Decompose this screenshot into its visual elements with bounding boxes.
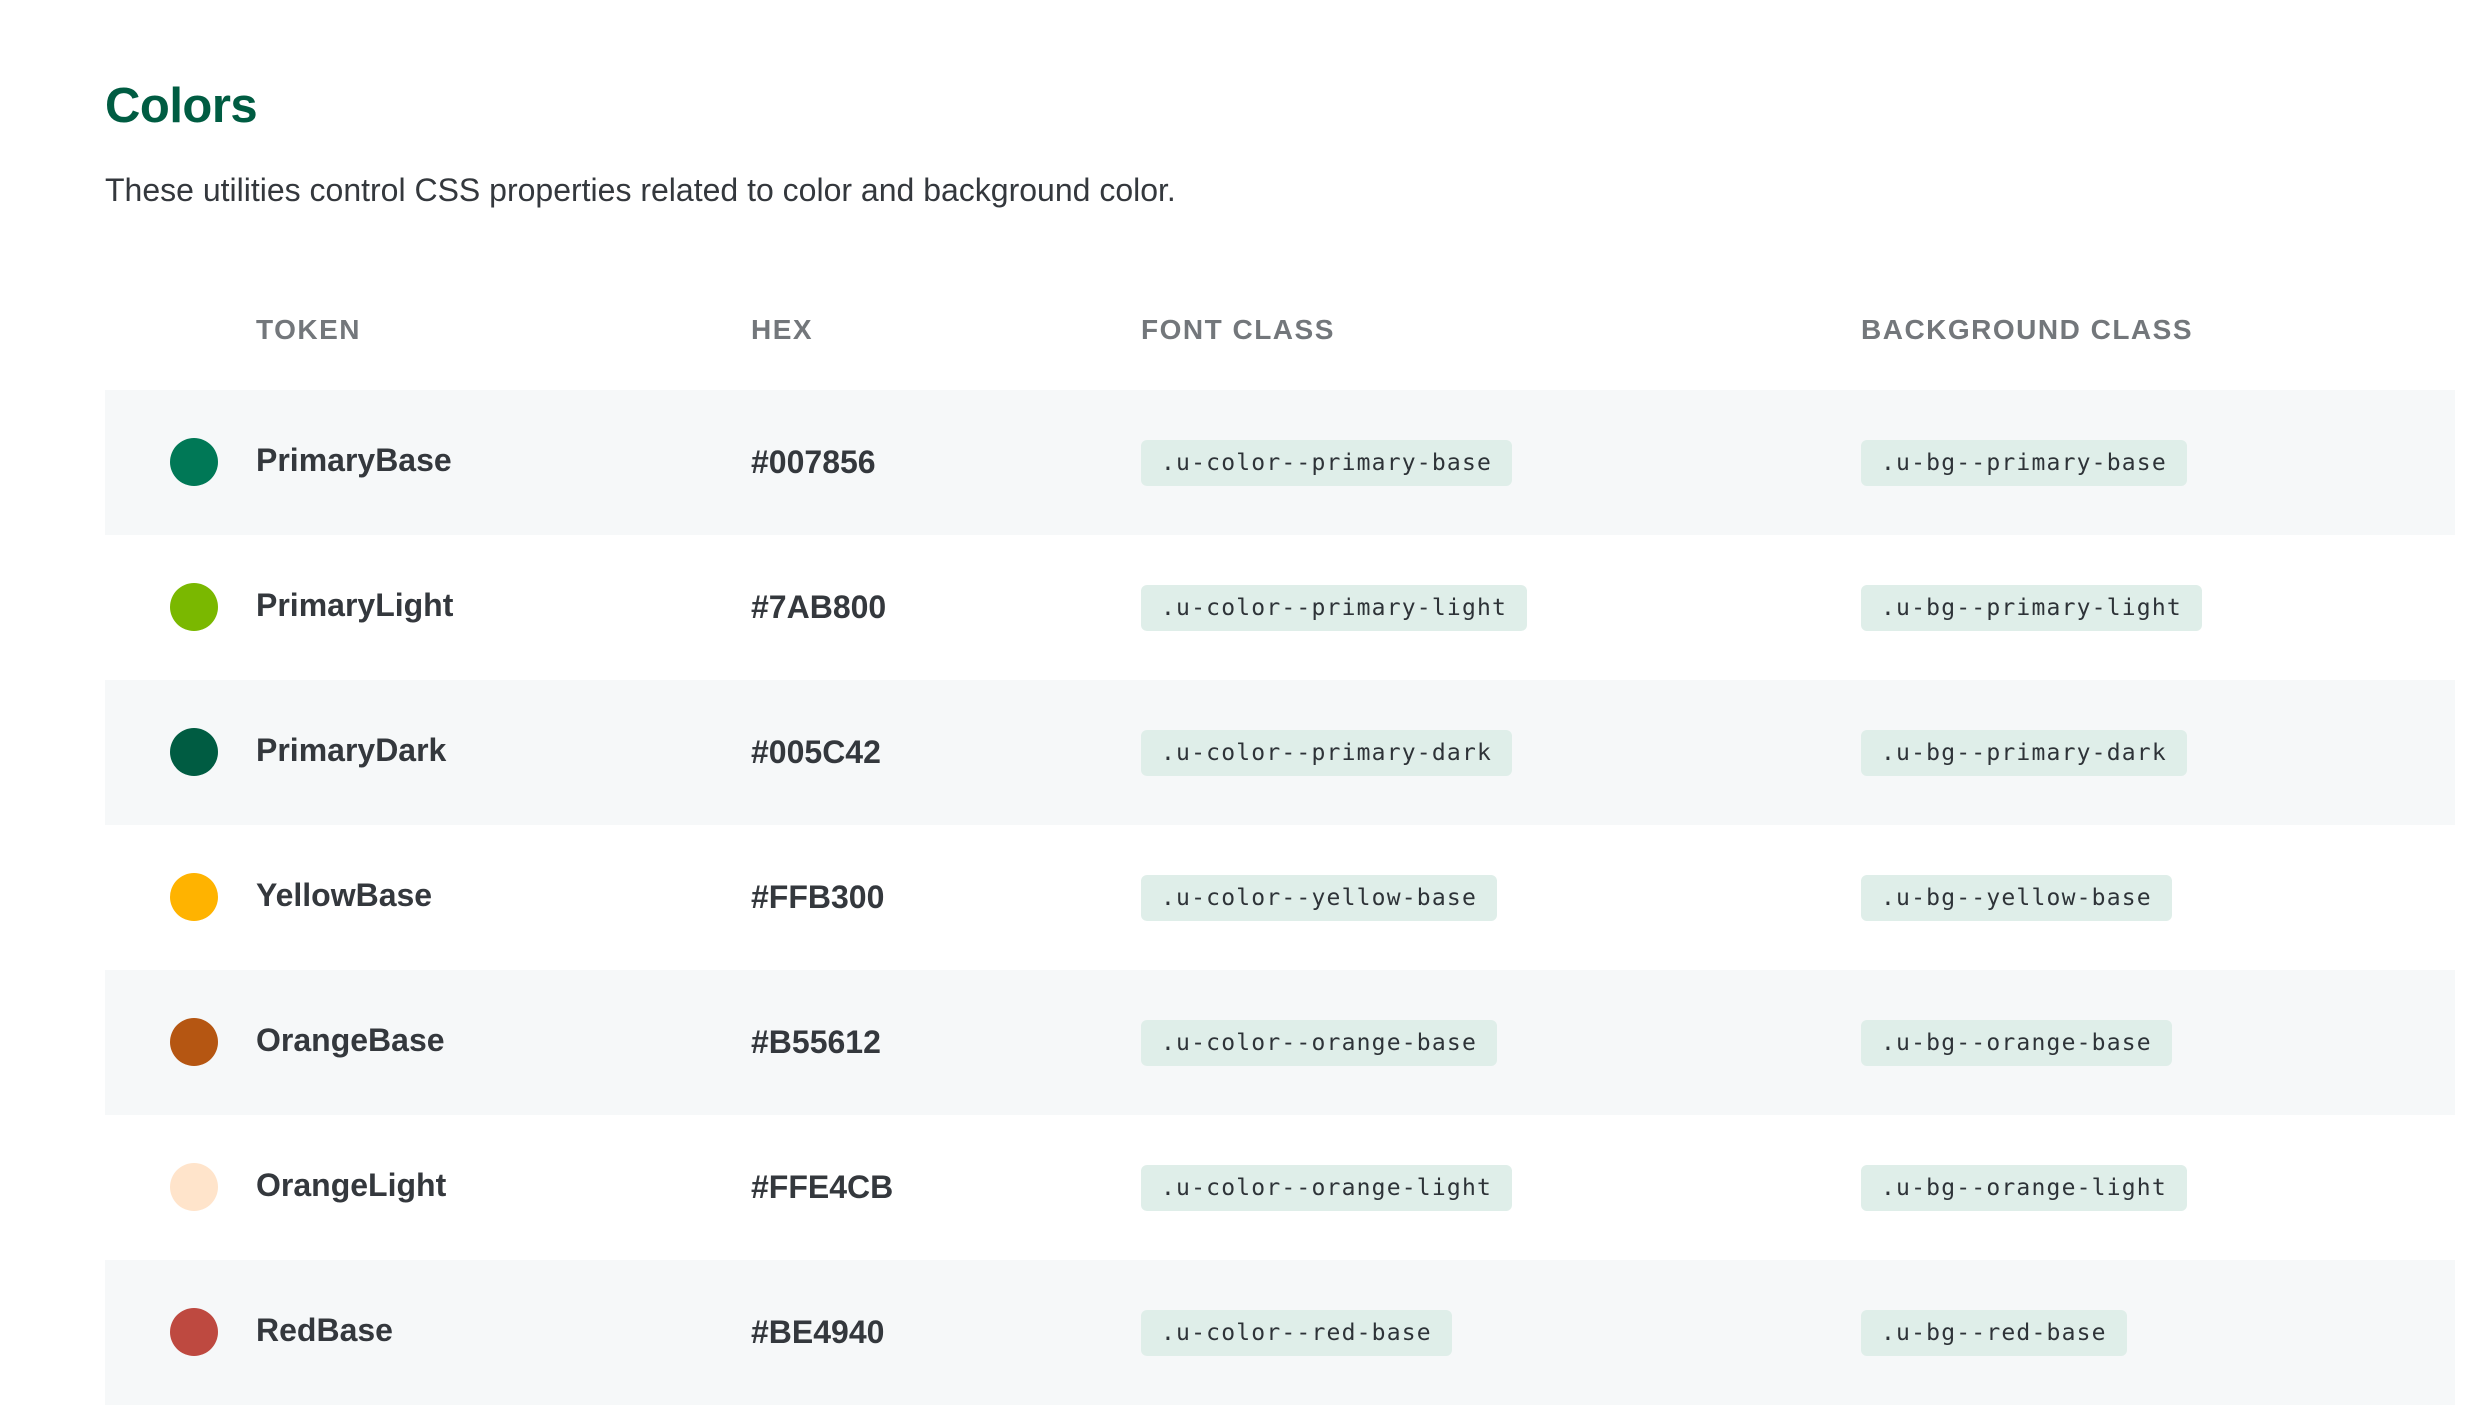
hex-value: #005C42 — [751, 734, 881, 770]
background-class-code[interactable]: .u-bg--primary-dark — [1861, 730, 2187, 776]
font-class-code[interactable]: .u-color--orange-light — [1141, 1165, 1513, 1211]
column-header-token: TOKEN — [256, 314, 361, 345]
token-name: OrangeBase — [256, 1022, 445, 1058]
token-name: PrimaryBase — [256, 442, 452, 478]
font-class-code[interactable]: .u-color--red-base — [1141, 1310, 1452, 1356]
font-class-code[interactable]: .u-color--primary-dark — [1141, 730, 1513, 776]
color-swatch — [170, 583, 218, 631]
color-swatch — [170, 728, 218, 776]
hex-value: #007856 — [751, 444, 876, 480]
table-row: OrangeBase #B55612 .u-color--orange-base… — [105, 970, 2455, 1115]
hex-value: #B55612 — [751, 1024, 881, 1060]
color-swatch — [170, 1163, 218, 1211]
color-swatch — [170, 1308, 218, 1356]
font-class-code[interactable]: .u-color--orange-base — [1141, 1020, 1497, 1066]
background-class-code[interactable]: .u-bg--orange-base — [1861, 1020, 2172, 1066]
table-row: OrangeLight #FFE4CB .u-color--orange-lig… — [105, 1115, 2455, 1260]
table-row: PrimaryBase #007856 .u-color--primary-ba… — [105, 390, 2455, 535]
background-class-code[interactable]: .u-bg--orange-light — [1861, 1165, 2187, 1211]
hex-value: #FFE4CB — [751, 1169, 894, 1205]
font-class-code[interactable]: .u-color--yellow-base — [1141, 875, 1497, 921]
table-row: RedBase #BE4940 .u-color--red-base .u-bg… — [105, 1260, 2455, 1405]
background-class-code[interactable]: .u-bg--yellow-base — [1861, 875, 2172, 921]
token-name: YellowBase — [256, 877, 433, 913]
color-swatch — [170, 438, 218, 486]
token-name: PrimaryDark — [256, 732, 447, 768]
table-row: PrimaryLight #7AB800 .u-color--primary-l… — [105, 535, 2455, 680]
column-header-background-class: BACKGROUND CLASS — [1861, 314, 2193, 345]
background-class-code[interactable]: .u-bg--primary-base — [1861, 440, 2187, 486]
background-class-code[interactable]: .u-bg--primary-light — [1861, 585, 2202, 631]
font-class-code[interactable]: .u-color--primary-light — [1141, 585, 1528, 631]
color-swatch — [170, 873, 218, 921]
table-body: PrimaryBase #007856 .u-color--primary-ba… — [105, 390, 2455, 1405]
page-title: Colors — [105, 79, 258, 133]
font-class-code[interactable]: .u-color--primary-base — [1141, 440, 1513, 486]
column-header-font-class: FONT CLASS — [1141, 314, 1335, 345]
token-name: PrimaryLight — [256, 587, 454, 623]
table-header: TOKEN HEX FONT CLASS BACKGROUND CLASS — [105, 290, 2455, 390]
column-header-hex: HEX — [751, 314, 814, 345]
hex-value: #7AB800 — [751, 589, 887, 625]
token-name: RedBase — [256, 1312, 393, 1348]
background-class-code[interactable]: .u-bg--red-base — [1861, 1310, 2127, 1356]
page-description: These utilities control CSS properties r… — [105, 172, 1176, 208]
table-row: PrimaryDark #005C42 .u-color--primary-da… — [105, 680, 2455, 825]
token-name: OrangeLight — [256, 1167, 447, 1203]
colors-table: TOKEN HEX FONT CLASS BACKGROUND CLASS Pr… — [105, 290, 2455, 1405]
hex-value: #FFB300 — [751, 879, 885, 915]
table-row: YellowBase #FFB300 .u-color--yellow-base… — [105, 825, 2455, 970]
hex-value: #BE4940 — [751, 1314, 885, 1350]
color-swatch — [170, 1018, 218, 1066]
